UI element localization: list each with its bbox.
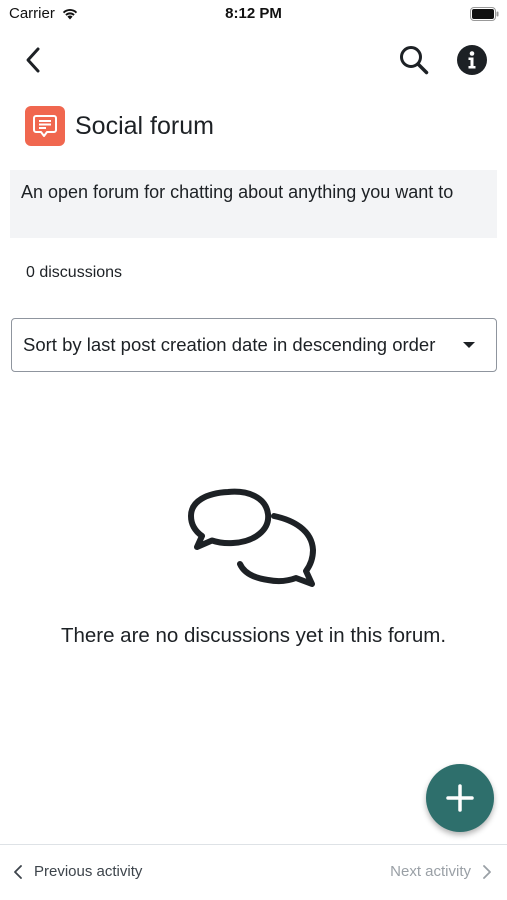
back-button[interactable]: [14, 40, 54, 80]
plus-icon: [446, 784, 474, 812]
forum-chat-icon: [25, 106, 65, 146]
empty-state-message: There are no discussions yet in this for…: [60, 624, 447, 647]
search-icon: [400, 46, 429, 75]
previous-activity-button[interactable]: Previous activity: [14, 863, 142, 880]
chat-bubbles-icon: [188, 488, 316, 587]
info-button[interactable]: [452, 40, 492, 80]
chevron-right-icon: [483, 864, 491, 879]
status-bar: Carrier 8:12 PM: [0, 0, 507, 30]
status-time: 8:12 PM: [225, 5, 282, 22]
previous-activity-label: Previous activity: [34, 863, 143, 880]
caret-down-icon: [463, 342, 475, 348]
sort-select[interactable]: Sort by last post creation date in desce…: [11, 318, 497, 372]
sort-select-value: Sort by last post creation date in desce…: [23, 334, 436, 355]
add-discussion-button[interactable]: [426, 764, 494, 832]
search-button[interactable]: [394, 40, 434, 80]
next-activity-label: Next activity: [390, 863, 471, 880]
discussion-count: 0 discussions: [26, 264, 123, 281]
battery-icon: [470, 7, 499, 21]
info-icon: [457, 45, 487, 75]
nav-bar: [0, 36, 507, 82]
page-title: Social forum: [75, 111, 214, 140]
next-activity-button[interactable]: Next activity: [390, 863, 491, 880]
chevron-left-icon: [26, 47, 40, 73]
forum-header: Social forum: [25, 104, 214, 148]
chevron-left-icon: [14, 864, 22, 879]
forum-description: An open forum for chatting about anythin…: [10, 170, 497, 238]
activity-navigation: Previous activity Next activity: [0, 844, 507, 900]
